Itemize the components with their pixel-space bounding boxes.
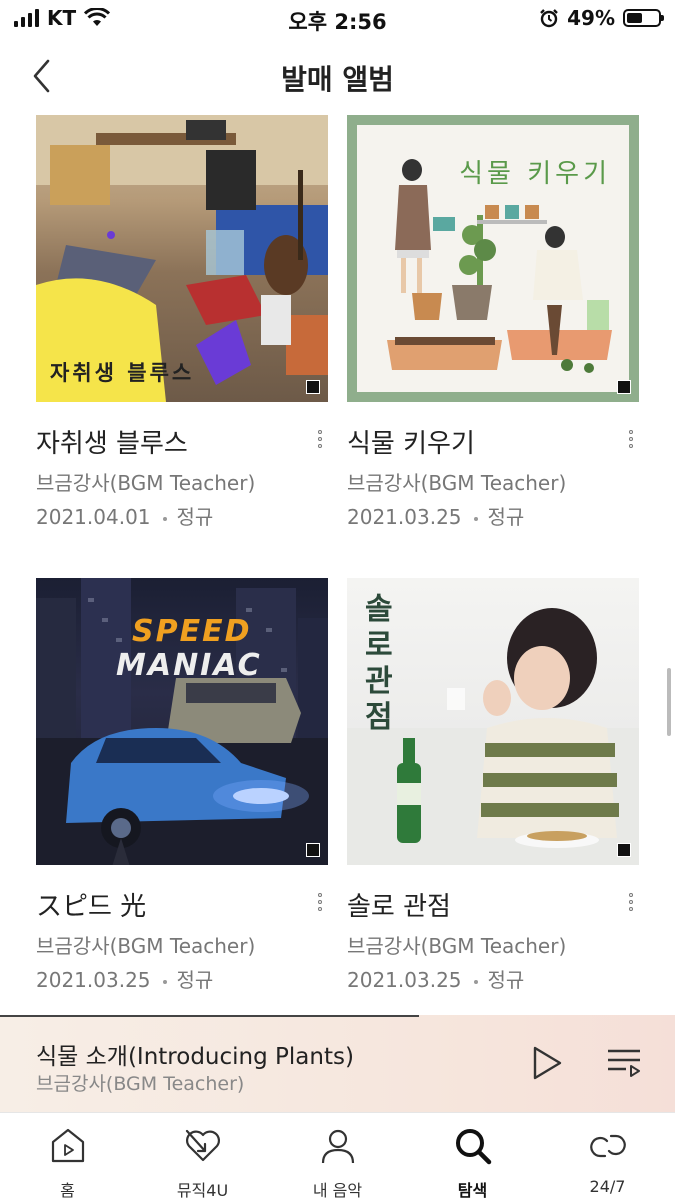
album-meta: 2021.03.25 정규 (347, 501, 524, 530)
battery-percent: 49% (567, 6, 615, 30)
album-artist[interactable]: 브금강사(BGM Teacher) (347, 467, 566, 496)
album-card[interactable]: 솔로 관점 솔로 관점 브금강사(BGM Teacher) 2021.03.25… (347, 578, 639, 992)
tab-bar: 홈 뮤직4U 내 음악 탐색 24/7 (0, 1112, 675, 1201)
album-cover[interactable]: 식물 키우기 (347, 115, 639, 402)
home-play-icon (51, 1128, 84, 1163)
album-title[interactable]: 자취생 블루스 (36, 423, 188, 460)
more-options-button[interactable] (621, 890, 641, 920)
alarm-icon (540, 9, 558, 28)
tab-my-music[interactable]: 내 음악 (270, 1113, 405, 1201)
separator-dot (473, 979, 478, 984)
album-type: 정규 (487, 505, 525, 529)
header: 발매 앨범 (0, 48, 675, 104)
tab-label: 홈 (60, 1181, 75, 1200)
album-title[interactable]: 식물 키우기 (347, 423, 475, 460)
album-type: 정규 (487, 968, 525, 992)
cover-maniac-text: MANIAC (116, 648, 262, 683)
tab-music4u[interactable]: 뮤직4U (135, 1113, 270, 1201)
album-artist[interactable]: 브금강사(BGM Teacher) (347, 930, 566, 959)
scroll-indicator[interactable] (667, 668, 671, 736)
label-logo (617, 380, 631, 394)
album-title[interactable]: 솔로 관점 (347, 886, 451, 923)
album-card[interactable]: 자취생 블루스 자취생 블루스 브금강사(BGM Teacher) 2021.0… (36, 115, 328, 529)
album-cover[interactable]: SPEED MANIAC (36, 578, 328, 865)
now-playing-title[interactable]: 식물 소개(Introducing Plants) (36, 1037, 354, 1071)
status-bar: KT 오후 2:56 49% (0, 0, 675, 40)
more-options-button[interactable] (621, 427, 641, 457)
release-date: 2021.03.25 (347, 505, 462, 529)
status-right: 49% (539, 6, 664, 30)
search-icon (455, 1129, 491, 1165)
cover-inner: 식물 키우기 (357, 125, 629, 392)
album-cover[interactable]: 자취생 블루스 (36, 115, 328, 402)
playlist-button[interactable] (606, 1047, 642, 1079)
tab-label: 뮤직4U (176, 1181, 229, 1200)
release-date: 2021.03.25 (347, 968, 462, 992)
tab-home[interactable]: 홈 (0, 1113, 135, 1201)
infinity-loop-icon (589, 1134, 626, 1158)
release-date: 2021.04.01 (36, 505, 151, 529)
album-artist[interactable]: 브금강사(BGM Teacher) (36, 930, 255, 959)
album-card[interactable]: SPEED MANIAC スピ드 光 브금강사(BGM Teacher) 202… (36, 578, 328, 992)
separator-dot (162, 979, 167, 984)
battery-icon (623, 9, 664, 27)
release-date: 2021.03.25 (36, 968, 151, 992)
mini-player[interactable]: 식물 소개(Introducing Plants) 브금강사(BGM Teach… (0, 1015, 675, 1112)
album-meta: 2021.04.01 정규 (36, 501, 213, 530)
heart-arrow-icon (185, 1129, 220, 1162)
playback-progress (0, 1015, 419, 1017)
tab-label: 탐색 (457, 1181, 488, 1200)
page-title: 발매 앨범 (281, 63, 394, 96)
album-meta: 2021.03.25 정규 (36, 964, 213, 993)
album-cover[interactable]: 솔로 관점 (347, 578, 639, 865)
play-button[interactable] (530, 1045, 564, 1081)
playlist-icon (608, 1049, 640, 1077)
more-options-button[interactable] (310, 890, 330, 920)
label-logo (306, 843, 320, 857)
album-card[interactable]: 식물 키우기 식물 키우기 브금강사(BGM Teacher) 2021.03.… (347, 115, 639, 529)
album-type: 정규 (176, 505, 214, 529)
label-logo (306, 380, 320, 394)
person-icon (321, 1129, 354, 1164)
cover-title-text: 솔로 관점 (365, 592, 393, 735)
cover-speed-text: SPEED (132, 614, 252, 649)
tab-24-7[interactable]: 24/7 (540, 1113, 675, 1201)
separator-dot (473, 516, 478, 521)
now-playing-artist[interactable]: 브금강사(BGM Teacher) (36, 1069, 244, 1096)
play-icon (533, 1046, 562, 1080)
more-options-button[interactable] (310, 427, 330, 457)
album-artist[interactable]: 브금강사(BGM Teacher) (36, 467, 255, 496)
tab-label: 24/7 (589, 1177, 626, 1196)
tab-explore[interactable]: 탐색 (405, 1113, 540, 1201)
separator-dot (162, 516, 167, 521)
tab-label: 내 음악 (312, 1181, 363, 1200)
cover-title-text: 식물 키우기 (459, 159, 611, 189)
album-meta: 2021.03.25 정규 (347, 964, 524, 993)
album-type: 정규 (176, 968, 214, 992)
label-logo (617, 843, 631, 857)
cover-title-text: 자취생 블루스 (50, 361, 195, 385)
album-title[interactable]: スピ드 光 (36, 886, 146, 923)
